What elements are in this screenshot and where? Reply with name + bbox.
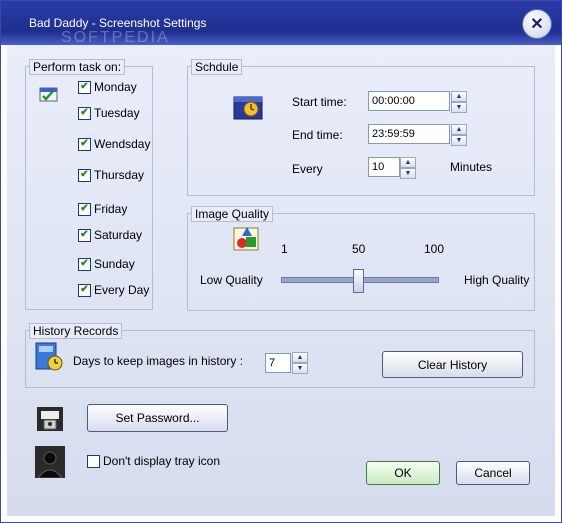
dialog-body: Perform task on: ✔ Monday ✔ Tuesday ✔ Wendsda… — [7, 45, 555, 516]
day-checkbox-label: Thursday — [94, 168, 145, 182]
day-checkbox[interactable]: ✔ Thursday — [78, 168, 144, 182]
day-checkbox-box[interactable]: ✔ — [78, 168, 91, 182]
check-mark-icon: ✔ — [80, 81, 89, 92]
ok-button[interactable]: OK — [366, 461, 440, 485]
history-icon — [35, 342, 63, 371]
day-checkbox-box[interactable]: ✔ — [78, 257, 91, 271]
check-mark-icon: ✔ — [80, 258, 89, 269]
start-time-label: Start time: — [292, 95, 347, 109]
schedule-legend: Schdule — [191, 59, 243, 75]
day-checkbox[interactable]: ✔ Saturday — [78, 228, 142, 242]
day-checkbox-box[interactable]: ✔ — [78, 137, 91, 151]
day-checkbox-label: Tuesday — [94, 106, 140, 120]
quality-tick-min: 1 — [281, 242, 288, 256]
settings-window: Bad Daddy - Screenshot Settings SOFTPEDI… — [0, 0, 562, 523]
days-to-keep-input[interactable]: 7 — [265, 353, 291, 373]
every-minutes-spinner[interactable]: ▲ ▼ — [400, 157, 416, 179]
quality-tick-max: 100 — [424, 242, 445, 256]
end-time-label: End time: — [292, 128, 343, 142]
quality-slider-thumb[interactable] — [353, 269, 365, 293]
day-checkbox-box[interactable]: ✔ — [78, 283, 91, 297]
perform-task-group: Perform task on: ✔ Monday ✔ Tuesday ✔ Wendsda… — [25, 59, 153, 310]
tray-checkbox-box[interactable] — [87, 454, 100, 468]
day-checkbox-box[interactable]: ✔ — [78, 202, 91, 216]
check-mark-icon: ✔ — [80, 284, 89, 295]
every-minutes-input[interactable]: 10 — [368, 157, 400, 177]
day-checkbox-label: Friday — [94, 202, 128, 216]
clear-history-button[interactable]: Clear History — [382, 351, 523, 378]
day-checkbox[interactable]: ✔ Every Day — [78, 283, 149, 297]
schedule-group: Schdule Start time: 00:00:00 ▲ ▼ End time… — [187, 59, 535, 196]
day-checkbox-label: Sunday — [94, 257, 135, 271]
check-mark-icon: ✔ — [80, 169, 89, 180]
day-checkbox[interactable]: ✔ Wendsday — [78, 137, 150, 151]
start-time-input[interactable]: 00:00:00 — [368, 91, 450, 111]
history-group: History Records Days to keep images in h… — [25, 323, 535, 388]
quality-tick-mid: 50 — [352, 242, 366, 256]
end-time-input[interactable]: 23:59:59 — [368, 124, 450, 144]
tray-icon-checkbox[interactable]: Don't display tray icon — [87, 454, 220, 468]
minutes-label: Minutes — [450, 160, 493, 174]
day-checkbox[interactable]: ✔ Friday — [78, 202, 127, 216]
tray-checkbox-label: Don't display tray icon — [103, 454, 221, 468]
perform-task-legend: Perform task on: — [29, 59, 126, 75]
title-bar: Bad Daddy - Screenshot Settings SOFTPEDI… — [1, 1, 561, 46]
check-mark-icon: ✔ — [80, 107, 89, 118]
clock-icon — [233, 96, 263, 120]
check-mark-icon: ✔ — [80, 229, 89, 240]
check-mark-icon: ✔ — [80, 138, 89, 149]
low-quality-label: Low Quality — [200, 273, 263, 287]
day-checkbox-label: Monday — [94, 80, 137, 94]
high-quality-label: High Quality — [464, 273, 530, 287]
history-legend: History Records — [29, 323, 123, 339]
day-checkbox-label: Wendsday — [94, 137, 151, 151]
day-checkbox-label: Every Day — [94, 283, 150, 297]
window-title: Bad Daddy - Screenshot Settings — [29, 16, 207, 30]
days-to-keep-spinner[interactable]: ▲ ▼ — [292, 352, 308, 374]
calendar-icon — [39, 87, 58, 102]
day-checkbox-box[interactable]: ✔ — [78, 228, 91, 242]
image-quality-group: Image Quality 1 50 100 Low Quality High … — [187, 206, 535, 311]
close-icon: ✕ — [530, 16, 544, 33]
day-checkbox-box[interactable]: ✔ — [78, 106, 91, 120]
password-icon — [37, 407, 63, 431]
quality-icon — [233, 227, 259, 251]
day-checkbox[interactable]: ✔ Sunday — [78, 257, 135, 271]
cancel-button[interactable]: Cancel — [456, 461, 530, 485]
end-time-spinner[interactable]: ▲ ▼ — [451, 124, 467, 146]
image-quality-legend: Image Quality — [191, 206, 274, 222]
start-time-spinner[interactable]: ▲ ▼ — [451, 91, 467, 113]
close-button[interactable]: ✕ — [522, 9, 552, 39]
days-to-keep-label: Days to keep images in history : — [73, 354, 244, 368]
day-checkbox-label: Saturday — [94, 228, 143, 242]
every-label: Every — [292, 162, 323, 176]
check-mark-icon: ✔ — [80, 203, 89, 214]
day-checkbox[interactable]: ✔ Monday — [78, 80, 137, 94]
user-silhouette-icon — [35, 446, 65, 478]
day-checkbox[interactable]: ✔ Tuesday — [78, 106, 140, 120]
set-password-button[interactable]: Set Password... — [87, 404, 228, 432]
day-checkbox-box[interactable]: ✔ — [78, 80, 91, 94]
